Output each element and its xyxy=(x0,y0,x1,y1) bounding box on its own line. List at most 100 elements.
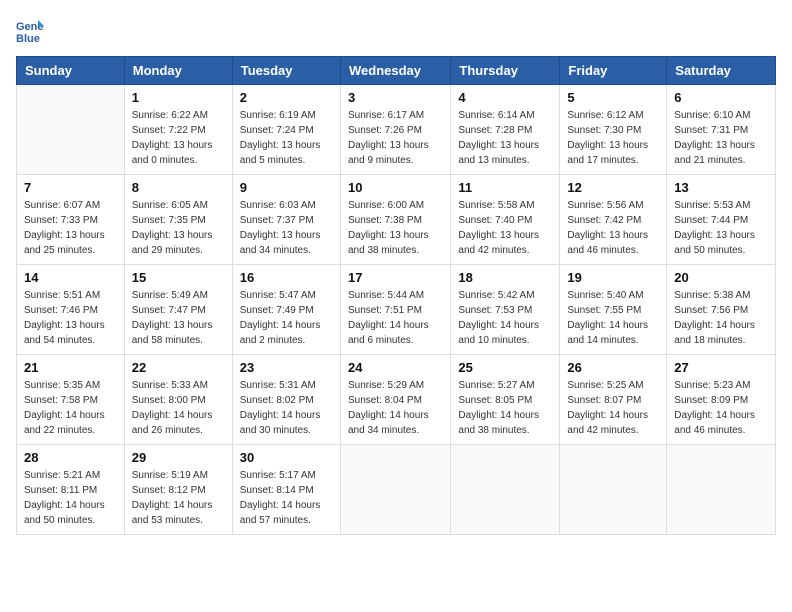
day-number: 16 xyxy=(240,270,333,285)
day-cell: 24 Sunrise: 5:29 AMSunset: 8:04 PMDayligh… xyxy=(340,355,450,445)
week-row-5: 28 Sunrise: 5:21 AMSunset: 8:11 PMDayligh… xyxy=(17,445,776,535)
day-cell: 29Sunrise: 5:19 AMSunset: 8:12 PMDayligh… xyxy=(124,445,232,535)
day-number: 2 xyxy=(240,90,333,105)
day-info: Sunrise: 6:10 AMSunset: 7:31 PMDaylight:… xyxy=(674,108,768,168)
day-info: Sunrise: 6:19 AMSunset: 7:24 PMDaylight:… xyxy=(240,108,333,168)
day-info: Sunrise: 5:21 AMSunset: 8:11 PMDaylight:… xyxy=(24,468,117,528)
col-header-sunday: Sunday xyxy=(17,57,125,85)
day-number: 21 xyxy=(24,360,117,375)
day-number: 12 xyxy=(567,180,659,195)
day-cell: 1 Sunrise: 6:22 AMSunset: 7:22 PMDaylight… xyxy=(124,85,232,175)
day-cell: 5Sunrise: 6:12 AMSunset: 7:30 PMDaylight… xyxy=(560,85,667,175)
day-cell xyxy=(451,445,560,535)
day-number: 26 xyxy=(567,360,659,375)
col-header-saturday: Saturday xyxy=(667,57,776,85)
day-info: Sunrise: 5:47 AMSunset: 7:49 PMDaylight:… xyxy=(240,288,333,348)
day-cell: 15 Sunrise: 5:49 AMSunset: 7:47 PMDayligh… xyxy=(124,265,232,355)
day-info: Sunrise: 5:38 AMSunset: 7:56 PMDaylight:… xyxy=(674,288,768,348)
day-cell: 6 Sunrise: 6:10 AMSunset: 7:31 PMDaylight… xyxy=(667,85,776,175)
day-number: 25 xyxy=(458,360,552,375)
day-cell: 26Sunrise: 5:25 AMSunset: 8:07 PMDayligh… xyxy=(560,355,667,445)
day-cell xyxy=(17,85,125,175)
day-info: Sunrise: 6:22 AMSunset: 7:22 PMDaylight:… xyxy=(132,108,225,168)
col-header-friday: Friday xyxy=(560,57,667,85)
logo-icon: General Blue xyxy=(16,16,44,44)
week-row-3: 14Sunrise: 5:51 AMSunset: 7:46 PMDayligh… xyxy=(17,265,776,355)
col-header-wednesday: Wednesday xyxy=(340,57,450,85)
day-cell: 7Sunrise: 6:07 AMSunset: 7:33 PMDaylight… xyxy=(17,175,125,265)
day-cell xyxy=(667,445,776,535)
day-info: Sunrise: 5:31 AMSunset: 8:02 PMDaylight:… xyxy=(240,378,333,438)
day-cell: 4Sunrise: 6:14 AMSunset: 7:28 PMDaylight… xyxy=(451,85,560,175)
day-cell: 27 Sunrise: 5:23 AMSunset: 8:09 PMDayligh… xyxy=(667,355,776,445)
day-cell xyxy=(340,445,450,535)
day-number: 3 xyxy=(348,90,443,105)
page-header: General Blue xyxy=(16,16,776,44)
day-info: Sunrise: 5:53 AMSunset: 7:44 PMDaylight:… xyxy=(674,198,768,258)
day-number: 28 xyxy=(24,450,117,465)
day-number: 19 xyxy=(567,270,659,285)
day-number: 8 xyxy=(132,180,225,195)
day-cell: 22Sunrise: 5:33 AMSunset: 8:00 PMDayligh… xyxy=(124,355,232,445)
week-row-2: 7Sunrise: 6:07 AMSunset: 7:33 PMDaylight… xyxy=(17,175,776,265)
day-cell: 12 Sunrise: 5:56 AMSunset: 7:42 PMDayligh… xyxy=(560,175,667,265)
day-info: Sunrise: 5:56 AMSunset: 7:42 PMDaylight:… xyxy=(567,198,659,258)
week-row-1: 1 Sunrise: 6:22 AMSunset: 7:22 PMDaylight… xyxy=(17,85,776,175)
day-info: Sunrise: 5:29 AMSunset: 8:04 PMDaylight:… xyxy=(348,378,443,438)
day-cell: 3 Sunrise: 6:17 AMSunset: 7:26 PMDaylight… xyxy=(340,85,450,175)
day-info: Sunrise: 6:12 AMSunset: 7:30 PMDaylight:… xyxy=(567,108,659,168)
day-number: 9 xyxy=(240,180,333,195)
day-cell: 21 Sunrise: 5:35 AMSunset: 7:58 PMDayligh… xyxy=(17,355,125,445)
day-cell: 17 Sunrise: 5:44 AMSunset: 7:51 PMDayligh… xyxy=(340,265,450,355)
day-number: 30 xyxy=(240,450,333,465)
day-cell: 16 Sunrise: 5:47 AMSunset: 7:49 PMDayligh… xyxy=(232,265,340,355)
day-number: 6 xyxy=(674,90,768,105)
day-cell: 30 Sunrise: 5:17 AMSunset: 8:14 PMDayligh… xyxy=(232,445,340,535)
day-info: Sunrise: 5:35 AMSunset: 7:58 PMDaylight:… xyxy=(24,378,117,438)
day-number: 24 xyxy=(348,360,443,375)
day-number: 20 xyxy=(674,270,768,285)
day-cell: 14Sunrise: 5:51 AMSunset: 7:46 PMDayligh… xyxy=(17,265,125,355)
day-cell: 18 Sunrise: 5:42 AMSunset: 7:53 PMDayligh… xyxy=(451,265,560,355)
calendar-header-row: SundayMondayTuesdayWednesdayThursdayFrid… xyxy=(17,57,776,85)
day-info: Sunrise: 5:42 AMSunset: 7:53 PMDaylight:… xyxy=(458,288,552,348)
col-header-thursday: Thursday xyxy=(451,57,560,85)
day-info: Sunrise: 5:58 AMSunset: 7:40 PMDaylight:… xyxy=(458,198,552,258)
day-number: 27 xyxy=(674,360,768,375)
day-info: Sunrise: 5:23 AMSunset: 8:09 PMDaylight:… xyxy=(674,378,768,438)
day-number: 4 xyxy=(458,90,552,105)
day-number: 1 xyxy=(132,90,225,105)
day-info: Sunrise: 6:03 AMSunset: 7:37 PMDaylight:… xyxy=(240,198,333,258)
day-cell: 25 Sunrise: 5:27 AMSunset: 8:05 PMDayligh… xyxy=(451,355,560,445)
day-cell: 2 Sunrise: 6:19 AMSunset: 7:24 PMDaylight… xyxy=(232,85,340,175)
day-number: 22 xyxy=(132,360,225,375)
day-cell: 19 Sunrise: 5:40 AMSunset: 7:55 PMDayligh… xyxy=(560,265,667,355)
day-cell xyxy=(560,445,667,535)
day-cell: 23 Sunrise: 5:31 AMSunset: 8:02 PMDayligh… xyxy=(232,355,340,445)
day-cell: 10Sunrise: 6:00 AMSunset: 7:38 PMDayligh… xyxy=(340,175,450,265)
day-info: Sunrise: 5:17 AMSunset: 8:14 PMDaylight:… xyxy=(240,468,333,528)
day-info: Sunrise: 5:51 AMSunset: 7:46 PMDaylight:… xyxy=(24,288,117,348)
svg-text:Blue: Blue xyxy=(16,33,40,44)
day-info: Sunrise: 5:19 AMSunset: 8:12 PMDaylight:… xyxy=(132,468,225,528)
day-number: 10 xyxy=(348,180,443,195)
day-info: Sunrise: 5:27 AMSunset: 8:05 PMDaylight:… xyxy=(458,378,552,438)
day-info: Sunrise: 6:17 AMSunset: 7:26 PMDaylight:… xyxy=(348,108,443,168)
col-header-tuesday: Tuesday xyxy=(232,57,340,85)
day-cell: 13 Sunrise: 5:53 AMSunset: 7:44 PMDayligh… xyxy=(667,175,776,265)
day-info: Sunrise: 5:49 AMSunset: 7:47 PMDaylight:… xyxy=(132,288,225,348)
day-number: 13 xyxy=(674,180,768,195)
day-number: 7 xyxy=(24,180,117,195)
day-number: 23 xyxy=(240,360,333,375)
col-header-monday: Monday xyxy=(124,57,232,85)
day-number: 15 xyxy=(132,270,225,285)
day-cell: 8Sunrise: 6:05 AMSunset: 7:35 PMDaylight… xyxy=(124,175,232,265)
day-number: 17 xyxy=(348,270,443,285)
day-cell: 20 Sunrise: 5:38 AMSunset: 7:56 PMDayligh… xyxy=(667,265,776,355)
week-row-4: 21 Sunrise: 5:35 AMSunset: 7:58 PMDayligh… xyxy=(17,355,776,445)
day-cell: 11 Sunrise: 5:58 AMSunset: 7:40 PMDayligh… xyxy=(451,175,560,265)
day-number: 11 xyxy=(458,180,552,195)
day-info: Sunrise: 5:40 AMSunset: 7:55 PMDaylight:… xyxy=(567,288,659,348)
day-number: 18 xyxy=(458,270,552,285)
day-info: Sunrise: 5:44 AMSunset: 7:51 PMDaylight:… xyxy=(348,288,443,348)
